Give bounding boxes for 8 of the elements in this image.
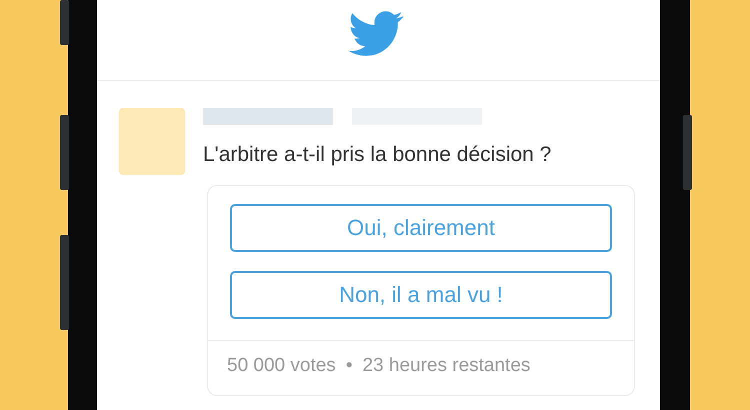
poll-option[interactable]: Oui, clairement [230, 204, 612, 252]
avatar [119, 108, 185, 175]
poll-option[interactable]: Non, il a mal vu ! [230, 271, 612, 319]
time-left: 23 heures restantes [362, 355, 530, 377]
tweet-text: L'arbitre a-t-il pris la bonne décision ? [203, 143, 552, 167]
vote-count: 50 000 votes [227, 355, 336, 377]
bird-icon [348, 11, 404, 57]
separator-dot: • [346, 355, 352, 377]
